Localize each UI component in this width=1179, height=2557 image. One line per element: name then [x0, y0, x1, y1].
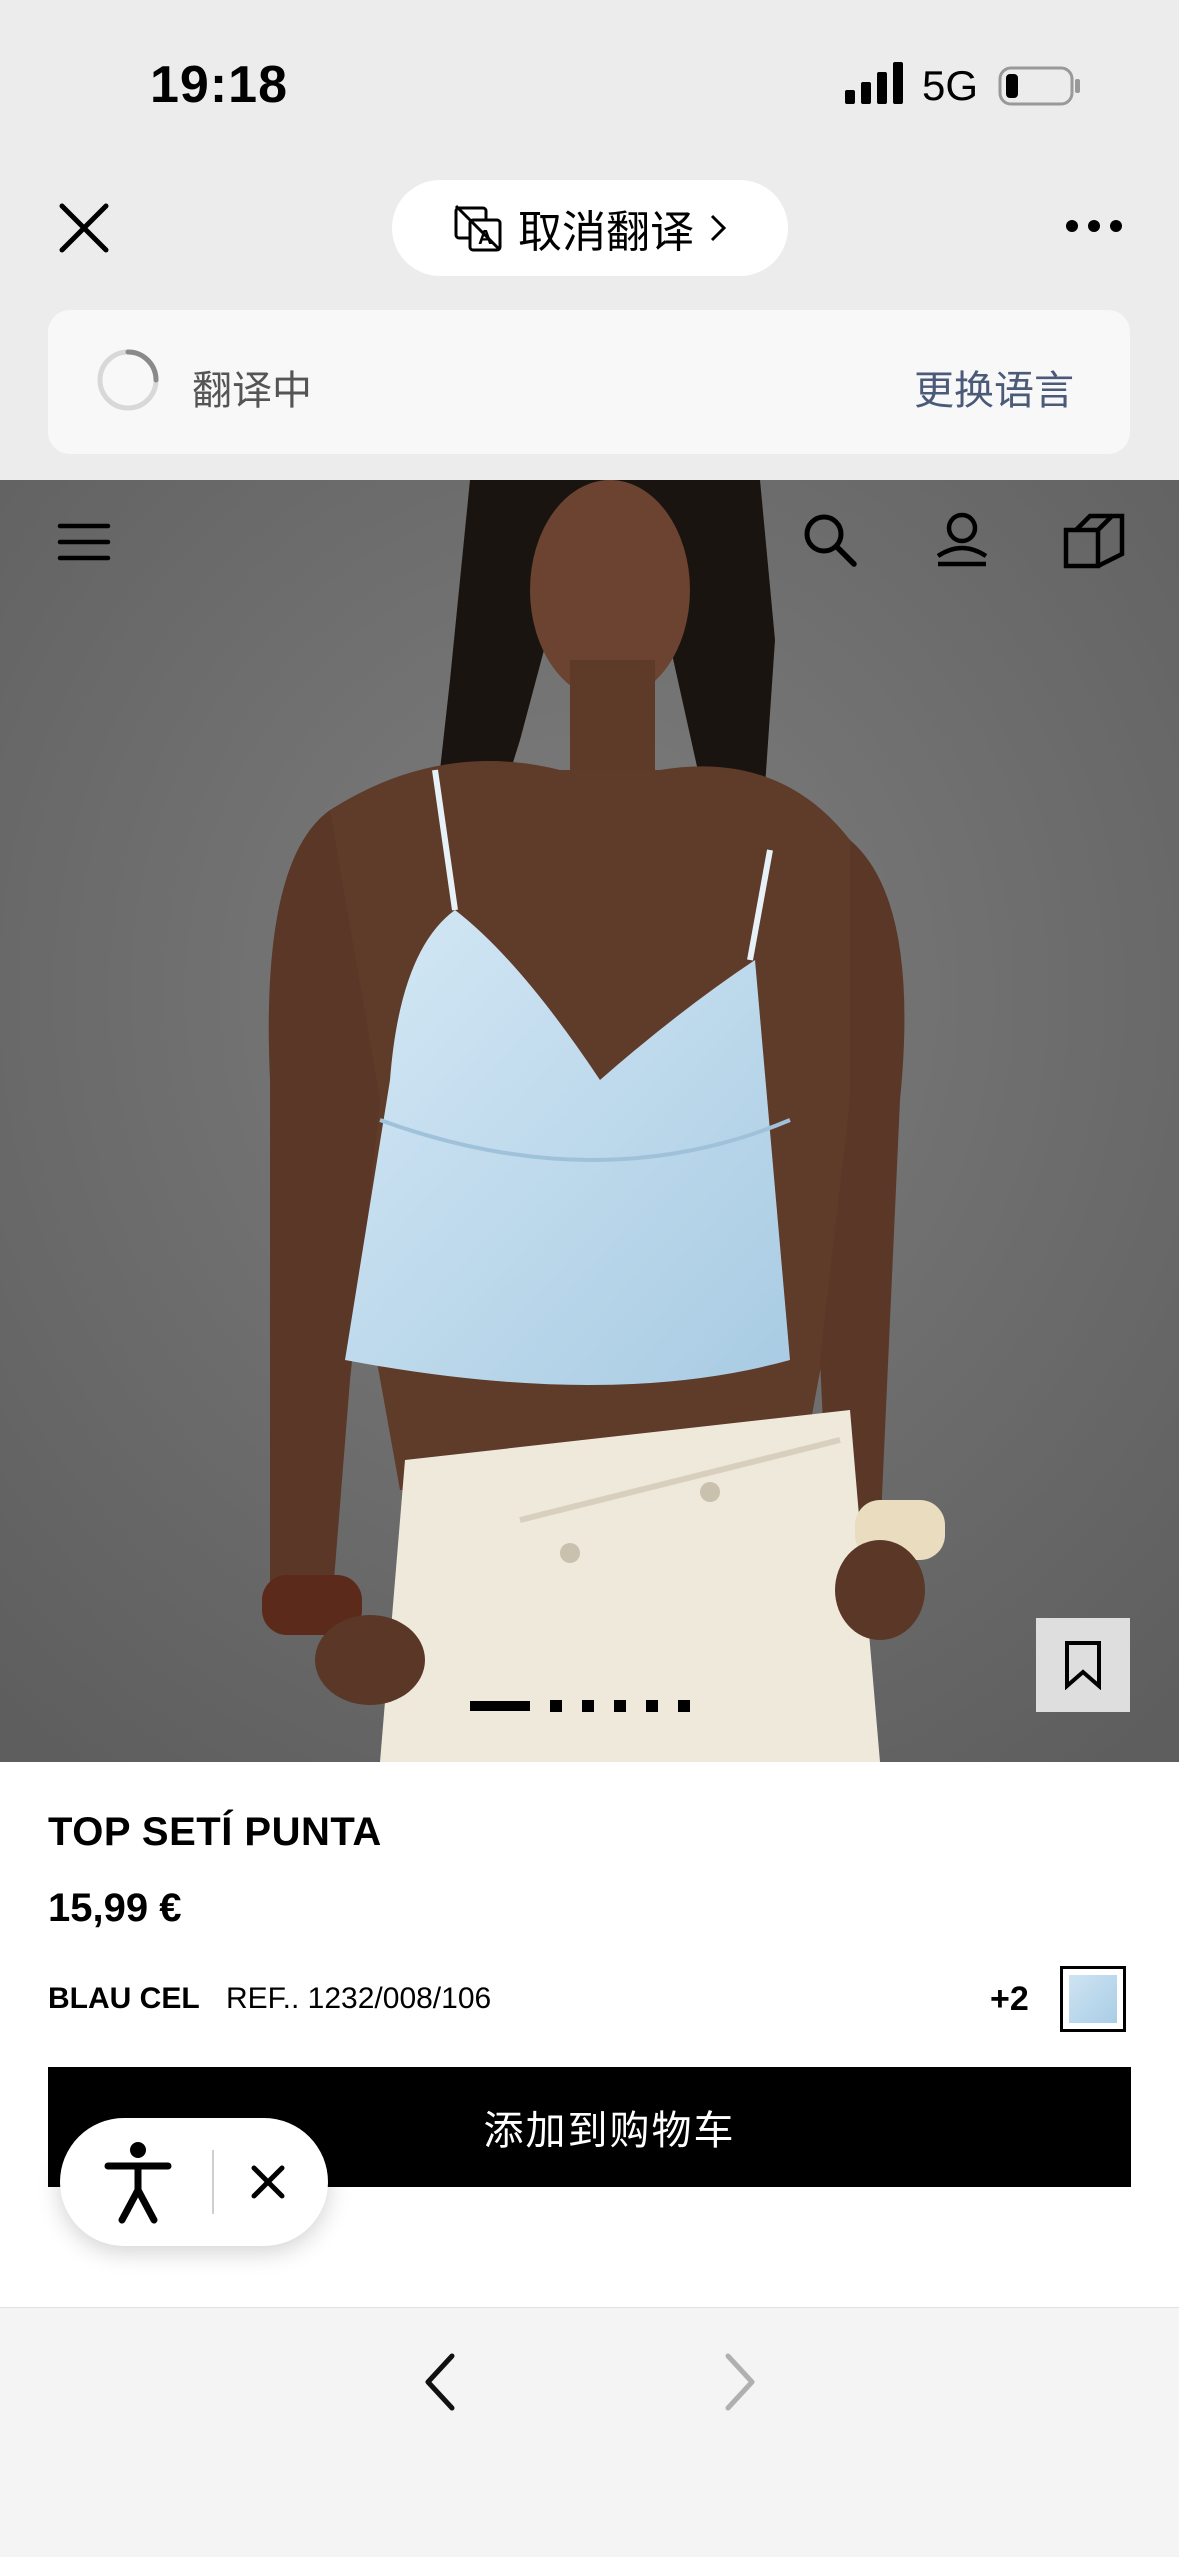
network-type: 5G — [922, 62, 979, 109]
close-icon[interactable] — [52, 196, 116, 260]
search-icon[interactable] — [798, 508, 862, 572]
gallery-pagination — [470, 1700, 690, 1712]
pagination-dot[interactable] — [582, 1700, 594, 1712]
battery-icon — [998, 66, 1080, 106]
chevron-right-icon — [710, 214, 727, 242]
loading-spinner-icon — [97, 349, 159, 411]
browser-bottom-bar — [0, 2307, 1179, 2557]
back-arrow-icon[interactable] — [420, 2350, 460, 2414]
accessibility-icon[interactable] — [102, 2140, 174, 2224]
product-color: BLAU CEL — [48, 1982, 200, 2015]
product-image[interactable] — [0, 480, 1179, 1762]
shopping-bag-icon[interactable] — [1062, 508, 1126, 572]
product-reference: REF.. 1232/008/106 — [226, 1982, 492, 2015]
cancel-translation-label: 取消翻译 — [518, 208, 694, 257]
accessibility-widget — [60, 2118, 328, 2246]
status-time: 19:18 — [150, 56, 288, 114]
color-swatch[interactable] — [1060, 1966, 1126, 2032]
close-widget-icon[interactable] — [248, 2162, 288, 2202]
bookmark-icon — [1065, 1641, 1101, 1690]
swatch-fill — [1069, 1975, 1117, 2023]
product-name: TOP SETÍ PUNTA — [48, 1810, 382, 1854]
widget-divider — [212, 2150, 214, 2214]
add-to-cart-label: 添加到购物车 — [483, 2109, 736, 2153]
pagination-dot[interactable] — [550, 1700, 562, 1712]
translating-label: 翻译中 — [192, 369, 312, 413]
model-photo — [0, 480, 1179, 1762]
hamburger-menu-icon[interactable] — [52, 510, 116, 574]
cancel-translation-button[interactable]: A 取消翻译 — [392, 180, 788, 276]
more-options-icon[interactable] — [1064, 218, 1124, 234]
pagination-dot[interactable] — [614, 1700, 626, 1712]
bookmark-button[interactable] — [1036, 1618, 1130, 1712]
product-price: 15,99 € — [48, 1886, 182, 1930]
translate-off-icon: A — [454, 204, 502, 252]
more-colors-count[interactable]: +2 — [990, 1980, 1029, 2019]
pagination-dot[interactable] — [646, 1700, 658, 1712]
forward-arrow-icon[interactable] — [720, 2350, 760, 2414]
cellular-signal-icon — [845, 62, 903, 104]
change-language-link[interactable]: 更换语言 — [914, 358, 1074, 416]
pagination-dot[interactable] — [678, 1700, 690, 1712]
account-icon[interactable] — [930, 508, 994, 572]
pagination-dot-active[interactable] — [470, 1701, 530, 1711]
